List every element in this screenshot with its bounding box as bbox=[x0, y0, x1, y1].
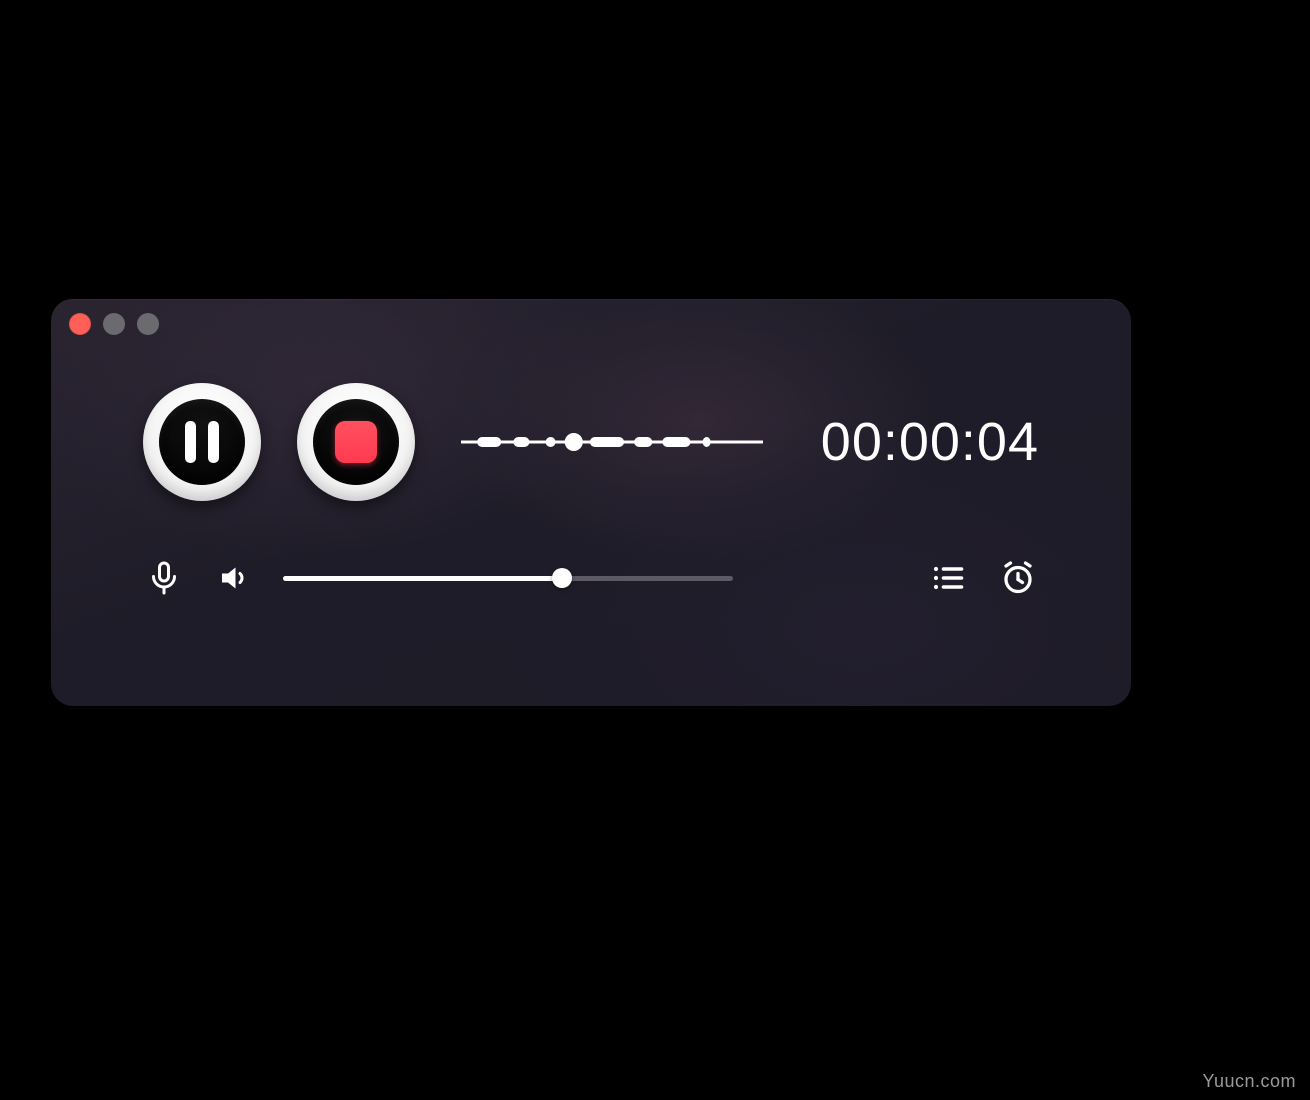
recordings-list-button[interactable] bbox=[927, 557, 969, 599]
list-icon bbox=[930, 560, 966, 596]
titlebar bbox=[51, 299, 1131, 335]
alarm-clock-icon bbox=[1000, 560, 1036, 596]
volume-thumb[interactable] bbox=[552, 568, 572, 588]
speaker-icon bbox=[216, 560, 252, 596]
volume-slider[interactable] bbox=[283, 566, 733, 590]
microphone-icon bbox=[146, 560, 182, 596]
waveform-display bbox=[461, 422, 763, 462]
microphone-button[interactable] bbox=[143, 557, 185, 599]
window-maximize-button[interactable] bbox=[137, 313, 159, 335]
stop-icon bbox=[335, 421, 377, 463]
window-minimize-button[interactable] bbox=[103, 313, 125, 335]
bottom-controls-row bbox=[51, 501, 1131, 599]
timer-button[interactable] bbox=[997, 557, 1039, 599]
pause-button[interactable] bbox=[143, 383, 261, 501]
recorder-window: 00:00:04 bbox=[51, 299, 1131, 706]
watermark: Yuucn.com bbox=[1202, 1071, 1296, 1092]
main-controls-row: 00:00:04 bbox=[51, 335, 1131, 501]
speaker-button[interactable] bbox=[213, 557, 255, 599]
elapsed-time: 00:00:04 bbox=[799, 411, 1039, 473]
stop-button[interactable] bbox=[297, 383, 415, 501]
pause-icon bbox=[185, 421, 219, 463]
window-close-button[interactable] bbox=[69, 313, 91, 335]
volume-fill bbox=[283, 576, 562, 581]
